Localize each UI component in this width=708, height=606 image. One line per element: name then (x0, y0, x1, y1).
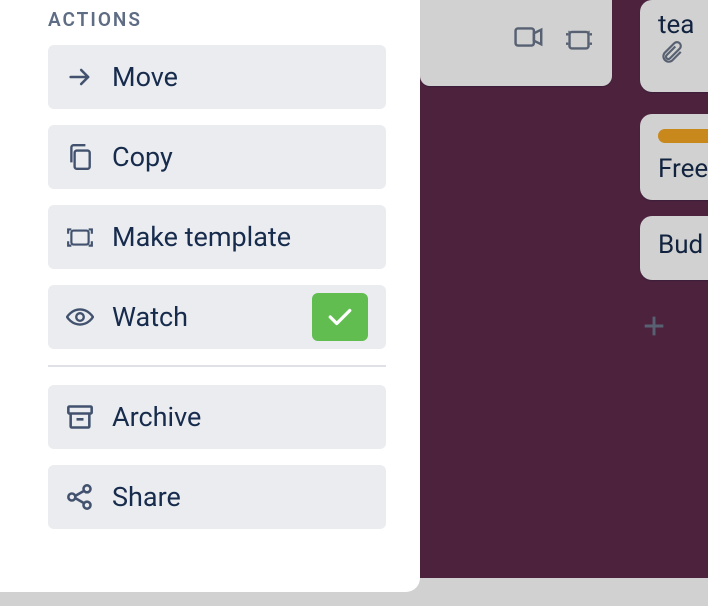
card-actions-panel: ACTIONS Move Copy Make template Watch Ar… (0, 0, 420, 592)
eye-icon (66, 303, 94, 331)
move-button[interactable]: Move (48, 45, 386, 109)
watching-indicator (312, 293, 368, 341)
actions-heading: ACTIONS (48, 8, 390, 31)
template-icon (66, 223, 94, 251)
share-icon (66, 483, 94, 511)
copy-label: Copy (112, 141, 173, 173)
make-template-label: Make template (112, 221, 291, 253)
archive-icon (66, 403, 94, 431)
copy-button[interactable]: Copy (48, 125, 386, 189)
share-button[interactable]: Share (48, 465, 386, 529)
share-label: Share (112, 481, 181, 513)
watch-button[interactable]: Watch (48, 285, 386, 349)
copy-icon (66, 143, 94, 171)
arrow-right-icon (66, 63, 94, 91)
make-template-button[interactable]: Make template (48, 205, 386, 269)
divider (48, 365, 386, 367)
move-label: Move (112, 61, 178, 93)
archive-button[interactable]: Archive (48, 385, 386, 449)
watch-label: Watch (112, 301, 188, 333)
archive-label: Archive (112, 401, 201, 433)
